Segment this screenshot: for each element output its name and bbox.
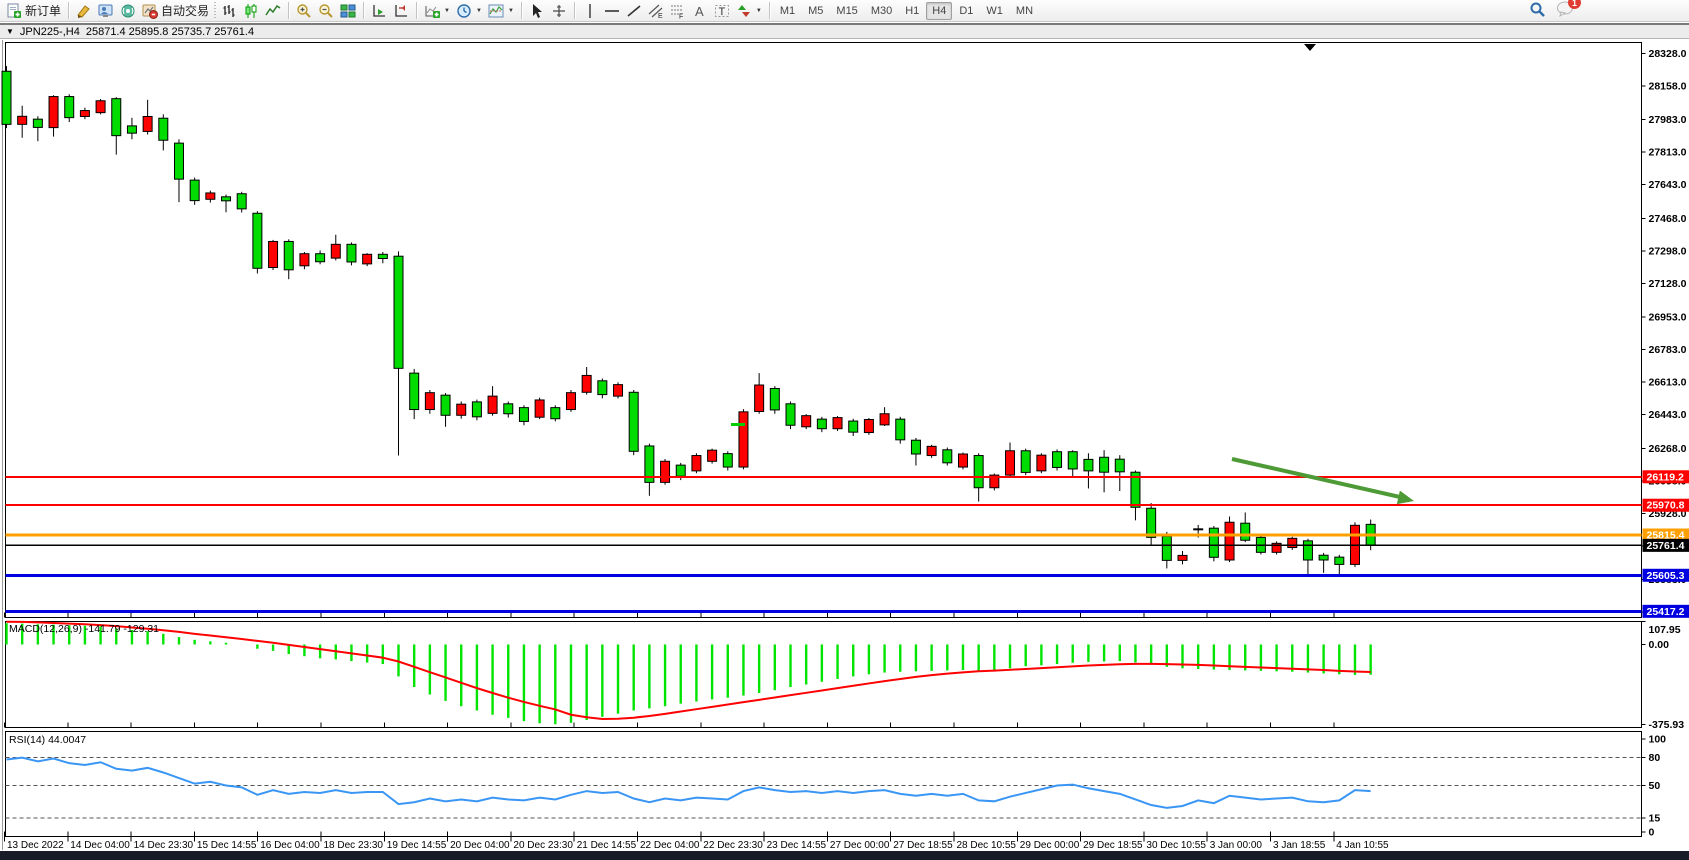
svg-text:0: 0	[1649, 827, 1655, 839]
svg-text:19 Dec 14:55: 19 Dec 14:55	[387, 840, 447, 851]
svg-text:50: 50	[1649, 780, 1661, 792]
svg-text:27298.0: 27298.0	[1649, 245, 1687, 257]
svg-text:16 Dec 04:00: 16 Dec 04:00	[260, 840, 320, 851]
svg-text:27 Dec 18:55: 27 Dec 18:55	[893, 840, 953, 851]
svg-text:100: 100	[1649, 734, 1667, 746]
svg-text:28158.0: 28158.0	[1649, 81, 1687, 93]
svg-text:0.00: 0.00	[1649, 639, 1670, 651]
svg-text:26443.0: 26443.0	[1649, 409, 1687, 421]
svg-text:14 Dec 23:30: 14 Dec 23:30	[134, 840, 194, 851]
svg-text:4 Jan 10:55: 4 Jan 10:55	[1336, 840, 1389, 851]
svg-text:23 Dec 14:55: 23 Dec 14:55	[767, 840, 827, 851]
svg-text:15 Dec 14:55: 15 Dec 14:55	[197, 840, 257, 851]
svg-text:RSI(14) 44.0047: RSI(14) 44.0047	[9, 734, 86, 746]
svg-text:26783.0: 26783.0	[1649, 344, 1687, 356]
svg-text:25970.8: 25970.8	[1647, 500, 1685, 512]
svg-text:20 Dec 23:30: 20 Dec 23:30	[513, 840, 573, 851]
svg-text:27643.0: 27643.0	[1649, 179, 1687, 191]
svg-text:27468.0: 27468.0	[1649, 213, 1687, 225]
svg-text:26119.2: 26119.2	[1647, 471, 1685, 483]
mt4-window: 新订单 自动交易	[0, 0, 1689, 860]
svg-text:-375.93: -375.93	[1649, 719, 1685, 731]
svg-text:26953.0: 26953.0	[1649, 311, 1687, 323]
svg-text:27813.0: 27813.0	[1649, 147, 1687, 159]
svg-text:28 Dec 10:55: 28 Dec 10:55	[957, 840, 1017, 851]
svg-text:20 Dec 04:00: 20 Dec 04:00	[450, 840, 510, 851]
svg-text:29 Dec 18:55: 29 Dec 18:55	[1083, 840, 1143, 851]
svg-text:28328.0: 28328.0	[1649, 48, 1687, 60]
svg-text:14 Dec 04:00: 14 Dec 04:00	[70, 840, 130, 851]
svg-text:27128.0: 27128.0	[1649, 278, 1687, 290]
svg-text:22 Dec 04:00: 22 Dec 04:00	[640, 840, 700, 851]
svg-text:29 Dec 00:00: 29 Dec 00:00	[1020, 840, 1080, 851]
svg-text:27 Dec 00:00: 27 Dec 00:00	[830, 840, 890, 851]
svg-text:18 Dec 23:30: 18 Dec 23:30	[324, 840, 384, 851]
svg-text:13 Dec 2022: 13 Dec 2022	[7, 840, 64, 851]
svg-text:3 Jan 18:55: 3 Jan 18:55	[1273, 840, 1326, 851]
svg-text:27983.0: 27983.0	[1649, 114, 1687, 126]
svg-text:MACD(12,26,9) -141.79 -129.31: MACD(12,26,9) -141.79 -129.31	[9, 623, 159, 635]
svg-text:26613.0: 26613.0	[1649, 377, 1687, 389]
svg-text:26268.0: 26268.0	[1649, 443, 1687, 455]
svg-text:80: 80	[1649, 752, 1661, 764]
svg-text:15: 15	[1649, 813, 1661, 825]
svg-text:25605.3: 25605.3	[1647, 570, 1685, 582]
svg-text:22 Dec 23:30: 22 Dec 23:30	[703, 840, 763, 851]
svg-text:25761.4: 25761.4	[1647, 540, 1685, 552]
svg-text:3 Jan 00:00: 3 Jan 00:00	[1210, 840, 1263, 851]
svg-text:107.95: 107.95	[1649, 624, 1681, 636]
chart-area[interactable]: 28328.0 28158.0 27983.0 27813.0 27643.0 27468…	[0, 0, 1689, 860]
svg-text:30 Dec 10:55: 30 Dec 10:55	[1146, 840, 1206, 851]
svg-text:25417.2: 25417.2	[1647, 606, 1685, 618]
svg-text:21 Dec 14:55: 21 Dec 14:55	[577, 840, 637, 851]
